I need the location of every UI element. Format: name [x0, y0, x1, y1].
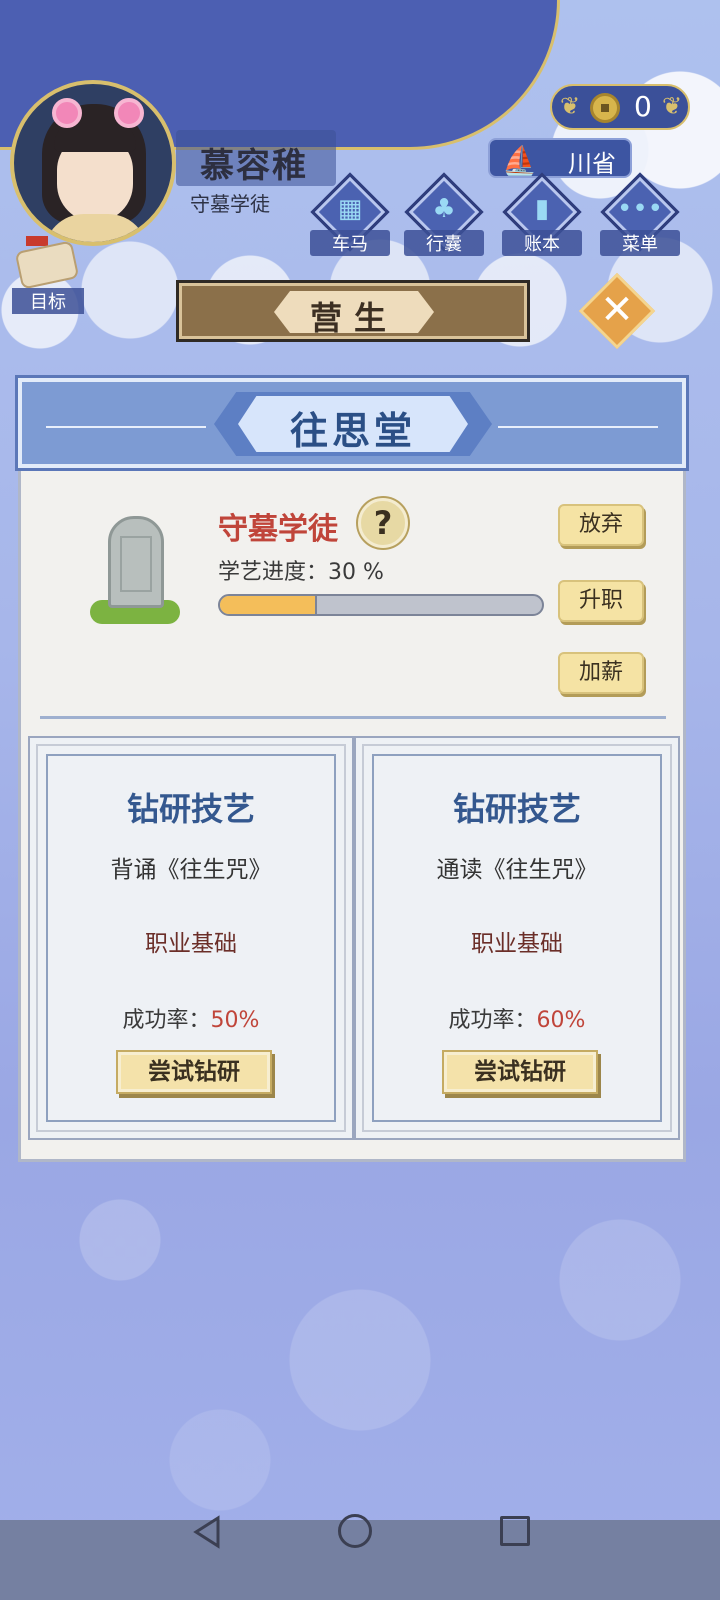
card-requirement: 职业基础	[471, 931, 563, 957]
bag-icon: ♣	[432, 194, 456, 224]
card-success-rate: 成功率：60%	[364, 1002, 670, 1034]
rate-value: 50%	[210, 1008, 260, 1033]
rate-label: 成功率：	[122, 1008, 211, 1033]
menu-icon: •••	[616, 194, 663, 224]
player-title: 守墓学徒	[190, 192, 270, 216]
card-requirement: 职业基础	[145, 931, 237, 957]
tombstone-icon	[80, 510, 190, 630]
study-card: 钻研技艺 通读《往生咒》 职业基础 成功率：60% 尝试钻研	[362, 744, 672, 1132]
coin-icon	[590, 93, 620, 123]
coin-count: 0	[634, 90, 652, 123]
section-title: 营生	[309, 299, 398, 337]
rate-label: 成功率：	[448, 1008, 537, 1033]
map-icon: ⛵	[502, 144, 537, 177]
study-card: 钻研技艺 背诵《往生咒》 职业基础 成功率：50% 尝试钻研	[36, 744, 346, 1132]
back-icon[interactable]	[188, 1512, 228, 1552]
region-label: 川省	[568, 150, 616, 178]
raise-button[interactable]: 加薪	[558, 652, 644, 694]
close-icon[interactable]: ✕	[590, 284, 644, 338]
hall-title: 往思堂	[289, 409, 416, 453]
home-icon[interactable]	[338, 1514, 372, 1548]
nav-bag-label: 行囊	[404, 230, 484, 256]
try-study-button[interactable]: 尝试钻研	[442, 1050, 598, 1094]
job-title: 守墓学徒	[218, 512, 338, 547]
scroll-icon	[14, 240, 80, 290]
nav-menu-button[interactable]: ••• 菜单	[600, 172, 680, 256]
nav-carriage-button[interactable]: ▦ 车马	[310, 172, 390, 256]
card-subject: 通读《往生咒》	[436, 857, 598, 883]
goal-button[interactable]: 目标	[12, 236, 84, 314]
region-selector[interactable]: ⛵ 川省	[488, 138, 632, 178]
nav-bag-button[interactable]: ♣ 行囊	[404, 172, 484, 256]
quit-button[interactable]: 放弃	[558, 504, 644, 546]
progress-fill	[220, 596, 317, 614]
progress-label: 学艺进度：30 %	[218, 560, 384, 585]
nav-carriage-label: 车马	[310, 230, 390, 256]
leaf-icon: ❦	[560, 92, 581, 120]
goal-label: 目标	[12, 288, 84, 314]
avatar[interactable]	[10, 80, 176, 246]
background-pattern	[0, 1160, 720, 1520]
leaf-icon: ❦	[662, 92, 683, 120]
question-icon[interactable]: ?	[358, 498, 408, 548]
promote-button[interactable]: 升职	[558, 580, 644, 622]
section-title-plate: 营生	[176, 280, 530, 342]
card-subject: 背诵《往生咒》	[110, 857, 272, 883]
player-name: 慕容稚	[200, 146, 308, 186]
recent-apps-icon[interactable]	[500, 1516, 530, 1546]
nav-ledger-button[interactable]: ▮ 账本	[502, 172, 582, 256]
carriage-icon: ▦	[337, 194, 363, 224]
rate-value: 60%	[536, 1008, 586, 1033]
try-study-button[interactable]: 尝试钻研	[116, 1050, 272, 1094]
card-title: 钻研技艺	[452, 790, 581, 828]
ledger-icon: ▮	[534, 194, 550, 224]
card-title: 钻研技艺	[126, 790, 255, 828]
nav-menu-label: 菜单	[600, 230, 680, 256]
divider	[40, 716, 666, 719]
coin-counter[interactable]: ❦ 0 ❦	[550, 84, 690, 130]
nav-ledger-label: 账本	[502, 230, 582, 256]
progress-bar	[218, 594, 544, 616]
card-success-rate: 成功率：50%	[38, 1002, 344, 1034]
